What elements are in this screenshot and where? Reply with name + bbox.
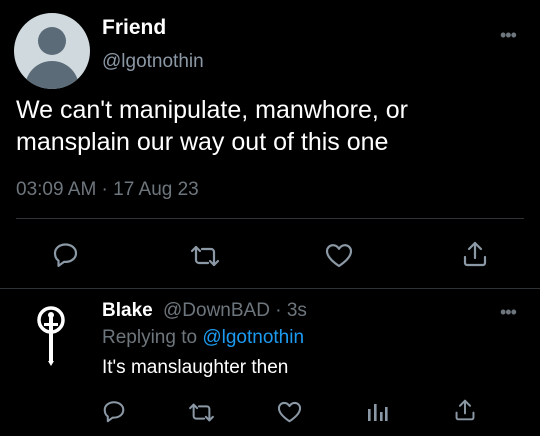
divider [0, 288, 540, 289]
tweet-timestamp[interactable]: 03:09 AM · 17 Aug 23 [16, 179, 199, 201]
tweet-handle[interactable]: @lgotnothin [102, 51, 204, 73]
heart-icon[interactable] [325, 243, 353, 268]
reply-text: It's manslaughter then [102, 357, 289, 378]
analytics-icon[interactable] [366, 400, 388, 422]
replying-handle-link[interactable]: @lgotnothin [202, 327, 304, 348]
avatar-head-shape [38, 27, 66, 55]
tweet-display-name[interactable]: Friend [102, 16, 166, 40]
reply-handle-time[interactable]: @DownBAD · 3s [163, 300, 307, 322]
share-icon[interactable] [462, 240, 488, 268]
retweet-icon[interactable] [188, 402, 215, 423]
reply-bubble-icon[interactable] [102, 400, 126, 423]
reply-bubble-icon[interactable] [52, 242, 79, 268]
divider [16, 218, 524, 219]
reply-display-name[interactable]: Blake [102, 300, 153, 322]
avatar-default[interactable] [14, 13, 90, 89]
heart-icon[interactable] [277, 401, 302, 423]
replying-to: Replying to @lgotnothin [102, 327, 304, 349]
more-dots-icon[interactable]: ••• [500, 303, 517, 321]
avatar-body-shape [25, 61, 79, 89]
retweet-icon[interactable] [190, 244, 220, 268]
more-dots-icon[interactable]: ••• [500, 26, 517, 44]
tweet-text: We can't manipulate, manwhore, or manspl… [16, 96, 409, 156]
avatar-sword-emblem[interactable] [22, 297, 80, 367]
replying-prefix: Replying to [102, 327, 203, 348]
share-icon[interactable] [454, 398, 476, 422]
